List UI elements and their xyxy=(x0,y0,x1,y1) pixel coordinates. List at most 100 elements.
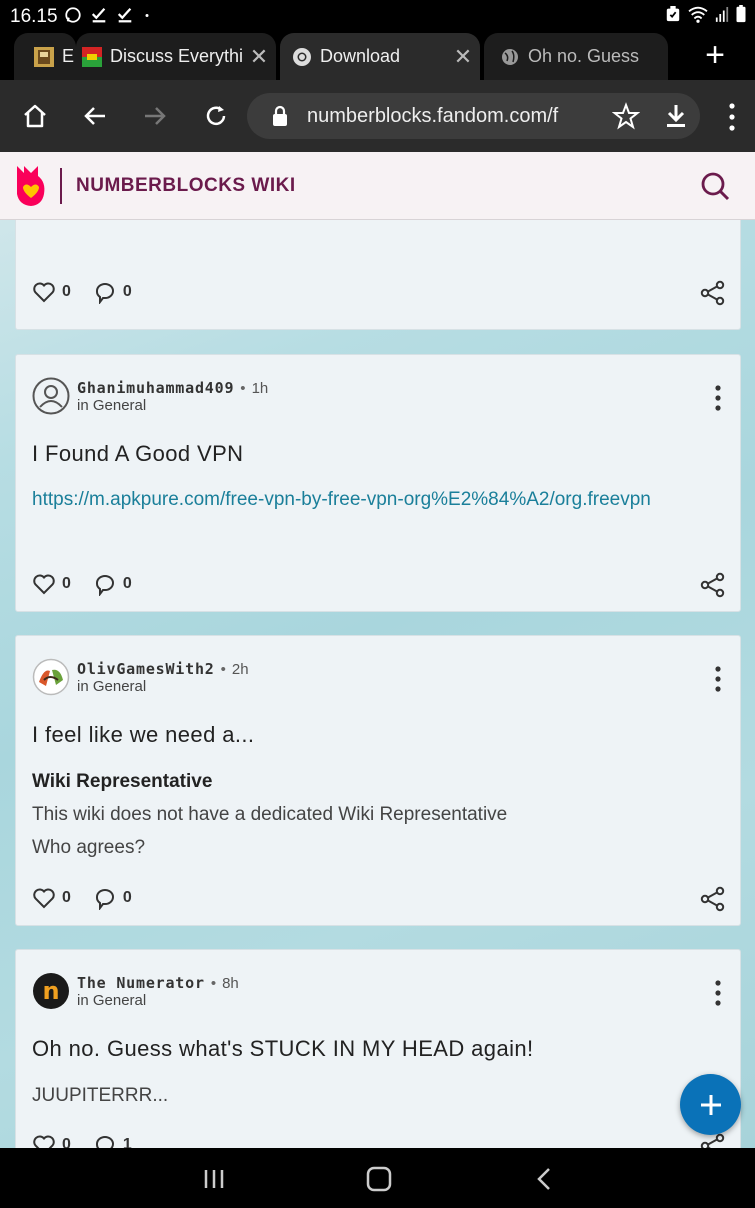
post-category[interactable]: in General xyxy=(77,397,146,414)
discussion-feed: 0 0 Ghanimuhammad409 • 1h in General I Fou… xyxy=(0,220,755,1148)
new-tab-button[interactable]: + xyxy=(705,38,725,72)
chrome-favicon-icon xyxy=(293,47,311,66)
like-button[interactable]: 0 xyxy=(32,280,71,304)
more-vert-icon[interactable] xyxy=(727,102,737,132)
share-icon[interactable] xyxy=(700,886,726,912)
recent-apps-icon[interactable] xyxy=(199,1164,229,1194)
tab-title: Download xyxy=(320,46,401,66)
notification-icons xyxy=(64,5,152,25)
dot-icon xyxy=(145,14,149,17)
post-card[interactable]: n The Numerator • 8h in General Oh no. Gue… xyxy=(15,949,741,1148)
tab-title: Oh no. Guess xyxy=(528,46,640,66)
like-button[interactable]: 0 xyxy=(32,572,71,596)
tab-strip: E Discuss Everything ✕ Download ✕ Oh no.… xyxy=(0,32,755,80)
post-time: 2h xyxy=(231,661,249,678)
home-button[interactable] xyxy=(17,98,53,134)
status-time: 16.15 xyxy=(10,6,58,27)
post-actions: 0 0 xyxy=(32,886,154,910)
reply-button[interactable]: 1 xyxy=(93,1133,132,1148)
comment-count: 1 xyxy=(122,1136,132,1148)
star-icon[interactable] xyxy=(612,102,640,130)
heart-icon xyxy=(33,1135,55,1148)
tab-2[interactable]: Discuss Everything ✕ xyxy=(76,33,276,80)
avatar[interactable] xyxy=(32,377,70,415)
post-card: 0 0 xyxy=(15,220,741,330)
browser-toolbar: numberblocks.fandom.com/f xyxy=(0,80,755,152)
back-button[interactable] xyxy=(77,98,113,134)
check-icon xyxy=(117,7,132,23)
close-tab-icon[interactable]: ✕ xyxy=(446,44,480,70)
tab-1[interactable]: E xyxy=(14,33,76,80)
check-icon xyxy=(91,7,106,23)
share-icon[interactable] xyxy=(700,1133,726,1148)
avatar[interactable] xyxy=(32,658,70,696)
wiki-header: NUMBERBLOCKS WIKI xyxy=(0,152,755,220)
wiki-title[interactable]: NUMBERBLOCKS WIKI xyxy=(76,175,296,197)
arrow-right-icon xyxy=(145,107,166,125)
system-icons xyxy=(665,5,747,23)
svg-text:n: n xyxy=(42,977,59,1005)
whatsapp-icon xyxy=(65,7,81,23)
post-card[interactable]: Ghanimuhammad409 • 1h in General I Found A… xyxy=(15,354,741,612)
post-text-line: Who agrees? xyxy=(32,837,146,858)
game-favicon-icon xyxy=(34,46,54,67)
forward-button[interactable] xyxy=(137,98,173,134)
author-name[interactable]: The Numerator xyxy=(77,974,205,992)
tab-title: Discuss Everything xyxy=(110,46,242,66)
like-button[interactable]: 0 xyxy=(32,1133,71,1148)
like-button[interactable]: 0 xyxy=(32,886,71,910)
post-category[interactable]: in General xyxy=(77,678,146,695)
post-title[interactable]: I Found A Good VPN xyxy=(32,441,243,467)
more-vert-icon[interactable] xyxy=(714,385,722,411)
more-vert-icon[interactable] xyxy=(714,980,722,1006)
close-tab-icon[interactable]: ✕ xyxy=(242,44,276,70)
author-name[interactable]: Ghanimuhammad409 xyxy=(77,379,234,397)
create-post-button[interactable] xyxy=(680,1074,741,1135)
reply-button[interactable]: 0 xyxy=(93,886,132,910)
reply-button[interactable]: 0 xyxy=(93,572,132,596)
post-subheading: Wiki Representative xyxy=(32,771,213,792)
post-title[interactable]: Oh no. Guess what's STUCK IN MY HEAD aga… xyxy=(32,1036,534,1062)
back-nav-icon[interactable] xyxy=(530,1164,560,1194)
comment-count: 0 xyxy=(122,889,132,906)
post-meta: Ghanimuhammad409 • 1h xyxy=(77,379,269,397)
post-title[interactable]: I feel like we need a... xyxy=(32,722,254,748)
alarm-icon xyxy=(666,6,680,22)
heart-icon xyxy=(33,282,55,303)
like-count: 0 xyxy=(62,889,71,906)
plus-icon xyxy=(700,1094,721,1115)
header-divider xyxy=(60,168,62,204)
tab-3[interactable]: Download ✕ xyxy=(280,33,480,80)
fandom-logo-icon[interactable] xyxy=(14,162,48,208)
post-actions: 0 0 xyxy=(32,280,154,304)
post-meta: The Numerator • 8h xyxy=(77,974,239,992)
reply-button[interactable]: 0 xyxy=(93,280,132,304)
share-icon[interactable] xyxy=(700,572,726,598)
post-card[interactable]: OlivGamesWith2 • 2h in General I feel like… xyxy=(15,635,741,926)
address-bar[interactable]: numberblocks.fandom.com/f xyxy=(247,93,700,139)
home-nav-icon[interactable] xyxy=(364,1164,394,1194)
more-vert-icon[interactable] xyxy=(714,666,722,692)
like-count: 0 xyxy=(62,283,71,300)
post-category[interactable]: in General xyxy=(77,992,146,1009)
reload-button[interactable] xyxy=(198,98,234,134)
avatar[interactable]: n xyxy=(32,972,70,1010)
url-text[interactable]: numberblocks.fandom.com/f xyxy=(307,105,572,128)
share-icon[interactable] xyxy=(700,280,726,306)
download-icon[interactable] xyxy=(662,102,690,130)
post-actions: 0 0 xyxy=(32,572,154,596)
comment-count: 0 xyxy=(122,575,132,592)
search-icon[interactable] xyxy=(699,170,731,202)
flag-favicon-icon xyxy=(82,46,102,67)
like-count: 0 xyxy=(62,1136,71,1148)
comment-icon xyxy=(95,283,114,304)
reload-icon xyxy=(206,106,226,126)
author-name[interactable]: OlivGamesWith2 xyxy=(77,660,215,678)
wifi-icon xyxy=(688,6,708,23)
tab-4[interactable]: Oh no. Guess xyxy=(484,33,668,80)
comment-icon xyxy=(95,575,114,596)
home-icon xyxy=(24,104,46,128)
comment-icon xyxy=(95,889,114,910)
comment-icon xyxy=(95,1136,114,1148)
post-link[interactable]: https://m.apkpure.com/free-vpn-by-free-v… xyxy=(32,489,651,511)
